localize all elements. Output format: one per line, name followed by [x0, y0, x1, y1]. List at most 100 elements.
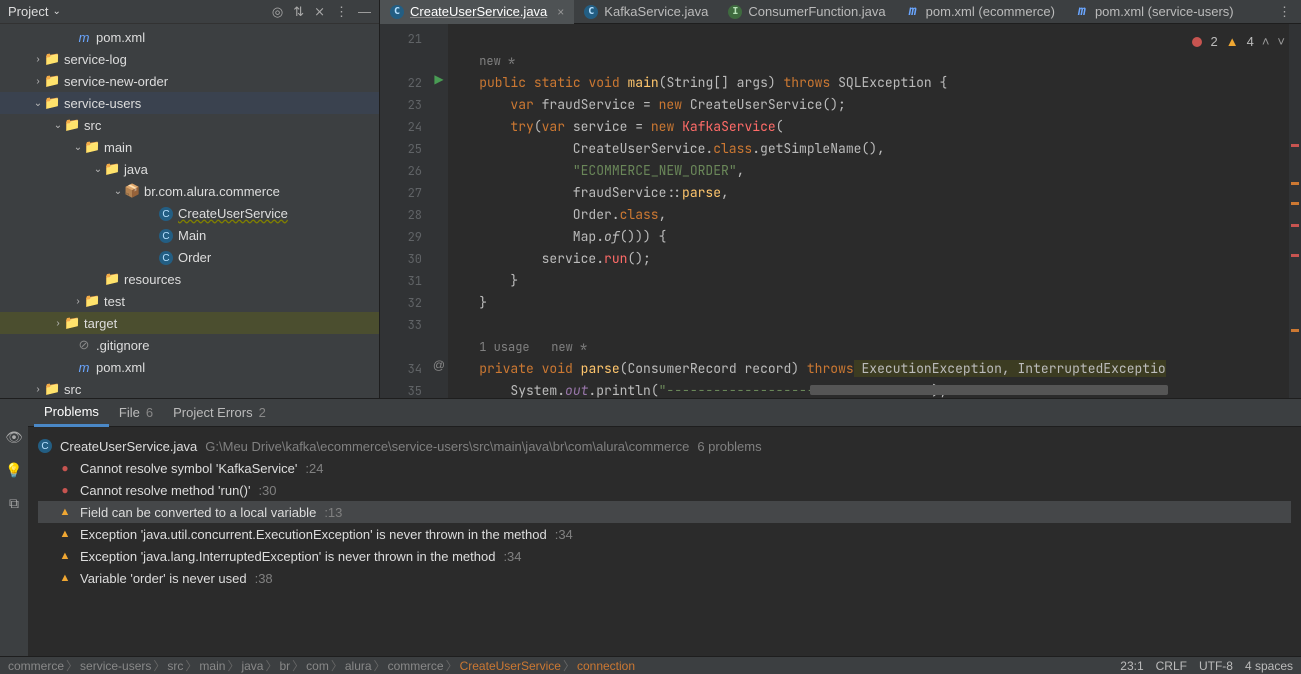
problems-tab-file[interactable]: File6: [109, 399, 163, 427]
expand-all-icon[interactable]: ⇅: [293, 4, 304, 20]
tab-label: KafkaService.java: [604, 4, 708, 19]
tree-label: target: [84, 316, 117, 331]
breadcrumb-item[interactable]: java: [241, 659, 263, 673]
problem-item[interactable]: Cannot resolve method 'run()':30: [38, 479, 1291, 501]
tree-item[interactable]: ›📁src: [0, 378, 379, 400]
tree-arrow-icon[interactable]: ⌄: [112, 186, 124, 197]
tree-item[interactable]: ⌄📁service-users: [0, 92, 379, 114]
tree-item[interactable]: mpom.xml: [0, 356, 379, 378]
tree-label: pom.xml: [96, 30, 145, 45]
tree-item[interactable]: ›📁service-new-order: [0, 70, 379, 92]
collapse-all-icon[interactable]: ⨯: [314, 4, 325, 20]
tabs-more-icon[interactable]: ⋮: [1278, 4, 1301, 20]
sidebar-header: Project ⌄ ◎ ⇅ ⨯ ⋮ —: [0, 0, 379, 24]
tree-arrow-icon[interactable]: ⌄: [72, 142, 84, 153]
tab-createuserservice[interactable]: C CreateUserService.java ×: [380, 0, 574, 24]
run-gutter-icon[interactable]: ▶: [434, 72, 443, 86]
project-tree[interactable]: mpom.xml›📁service-log›📁service-new-order…: [0, 24, 379, 402]
tree-item[interactable]: ⌄📁java: [0, 158, 379, 180]
breadcrumb-item[interactable]: main: [199, 659, 225, 673]
tree-item[interactable]: ⌄📁src: [0, 114, 379, 136]
tree-arrow-icon[interactable]: ⌄: [52, 120, 64, 131]
tree-item[interactable]: COrder: [0, 246, 379, 268]
maven-icon: m: [1075, 5, 1089, 19]
problem-item[interactable]: ▲Field can be converted to a local varia…: [38, 501, 1291, 523]
breadcrumb-item[interactable]: com: [306, 659, 329, 673]
status-item[interactable]: UTF-8: [1199, 659, 1233, 673]
tree-item[interactable]: ›📁target: [0, 312, 379, 334]
tree-item[interactable]: ⌄📁main: [0, 136, 379, 158]
code-editor[interactable]: 212223242526272829303132333435 ▶ @ new * …: [380, 24, 1301, 398]
maven-icon: m: [906, 5, 920, 19]
close-icon[interactable]: ×: [557, 5, 564, 19]
inspection-widget[interactable]: 2 ▲ 4 ˄ ˅: [1188, 32, 1289, 51]
sidebar-title[interactable]: Project: [8, 4, 48, 19]
tab-kafkaservice[interactable]: C KafkaService.java: [574, 0, 718, 24]
tree-arrow-icon[interactable]: ›: [52, 318, 64, 329]
status-item[interactable]: 23:1: [1120, 659, 1143, 673]
breadcrumb-item[interactable]: service-users: [80, 659, 151, 673]
problem-item[interactable]: ▲Exception 'java.util.concurrent.Executi…: [38, 523, 1291, 545]
tree-item[interactable]: CMain: [0, 224, 379, 246]
error-stripe[interactable]: [1289, 24, 1301, 398]
tab-label: pom.xml (service-users): [1095, 4, 1234, 19]
code-area[interactable]: new * public static void main(String[] a…: [448, 24, 1301, 398]
tree-item[interactable]: ›📁service-log: [0, 48, 379, 70]
tab-pom-service-users[interactable]: m pom.xml (service-users): [1065, 0, 1244, 24]
tree-item[interactable]: mpom.xml: [0, 26, 379, 48]
tree-item[interactable]: ⌄📦br.com.alura.commerce: [0, 180, 379, 202]
error-icon: [58, 461, 72, 475]
next-highlight-icon[interactable]: ˅: [1277, 34, 1285, 49]
tree-item[interactable]: ›📁test: [0, 290, 379, 312]
breadcrumb-item[interactable]: commerce: [8, 659, 64, 673]
tab-label: ConsumerFunction.java: [748, 4, 885, 19]
view-options-icon[interactable]: 👁: [5, 429, 23, 446]
problem-item[interactable]: Cannot resolve symbol 'KafkaService':24: [38, 457, 1291, 479]
status-item[interactable]: CRLF: [1156, 659, 1187, 673]
tree-arrow-icon[interactable]: ›: [32, 384, 44, 395]
project-sidebar: Project ⌄ ◎ ⇅ ⨯ ⋮ — mpom.xml›📁service-lo…: [0, 0, 380, 398]
module-icon: 📁: [44, 73, 60, 88]
breadcrumb[interactable]: commerce 〉 service-users 〉 src 〉 main 〉 …: [8, 657, 635, 674]
problems-tab-problems[interactable]: Problems: [34, 399, 109, 427]
tree-label: br.com.alura.commerce: [144, 184, 280, 199]
tab-pom-ecommerce[interactable]: m pom.xml (ecommerce): [896, 0, 1065, 24]
breadcrumb-item[interactable]: br: [279, 659, 290, 673]
breadcrumb-item[interactable]: connection: [577, 659, 635, 673]
horizontal-scrollbar[interactable]: [810, 385, 1287, 395]
problem-text: Exception 'java.lang.InterruptedExceptio…: [80, 549, 495, 564]
tree-arrow-icon[interactable]: ›: [32, 76, 44, 87]
tree-item[interactable]: CCreateUserService: [0, 202, 379, 224]
tree-item[interactable]: 📁resources: [0, 268, 379, 290]
problem-item[interactable]: ▲Exception 'java.lang.InterruptedExcepti…: [38, 545, 1291, 567]
tree-arrow-icon[interactable]: ⌄: [32, 98, 44, 109]
status-item[interactable]: 4 spaces: [1245, 659, 1293, 673]
copy-icon[interactable]: ⧉: [9, 495, 19, 512]
problem-location: :34: [555, 527, 573, 542]
override-gutter-icon[interactable]: @: [433, 358, 445, 372]
intention-bulb-icon[interactable]: 💡: [5, 462, 22, 479]
tab-consumerfunction[interactable]: I ConsumerFunction.java: [718, 0, 895, 24]
error-icon: [1192, 37, 1202, 47]
breadcrumb-item[interactable]: commerce: [388, 659, 444, 673]
tree-item[interactable]: ⊘.gitignore: [0, 334, 379, 356]
prev-highlight-icon[interactable]: ˄: [1262, 34, 1270, 49]
tree-arrow-icon[interactable]: ⌄: [92, 164, 104, 175]
breadcrumb-item[interactable]: CreateUserService: [460, 659, 561, 673]
breadcrumb-item[interactable]: alura: [345, 659, 372, 673]
tree-arrow-icon[interactable]: ›: [32, 54, 44, 65]
breadcrumb-item[interactable]: src: [167, 659, 183, 673]
tree-arrow-icon[interactable]: ›: [72, 296, 84, 307]
hide-icon[interactable]: —: [358, 4, 371, 19]
java-class-icon: C: [159, 251, 173, 265]
folder-icon: 📁: [44, 381, 60, 396]
problems-file-header[interactable]: C CreateUserService.java G:\Meu Drive\ka…: [38, 435, 1291, 457]
error-count: 2: [1210, 34, 1217, 49]
chevron-down-icon[interactable]: ⌄: [52, 6, 60, 17]
select-opened-file-icon[interactable]: ◎: [272, 4, 283, 20]
problem-item[interactable]: ▲Variable 'order' is never used:38: [38, 567, 1291, 589]
settings-icon[interactable]: ⋮: [335, 4, 348, 20]
line-number-gutter: 212223242526272829303132333435: [380, 24, 430, 398]
java-class-icon: C: [584, 5, 598, 19]
problems-tab-project-errors[interactable]: Project Errors2: [163, 399, 276, 427]
